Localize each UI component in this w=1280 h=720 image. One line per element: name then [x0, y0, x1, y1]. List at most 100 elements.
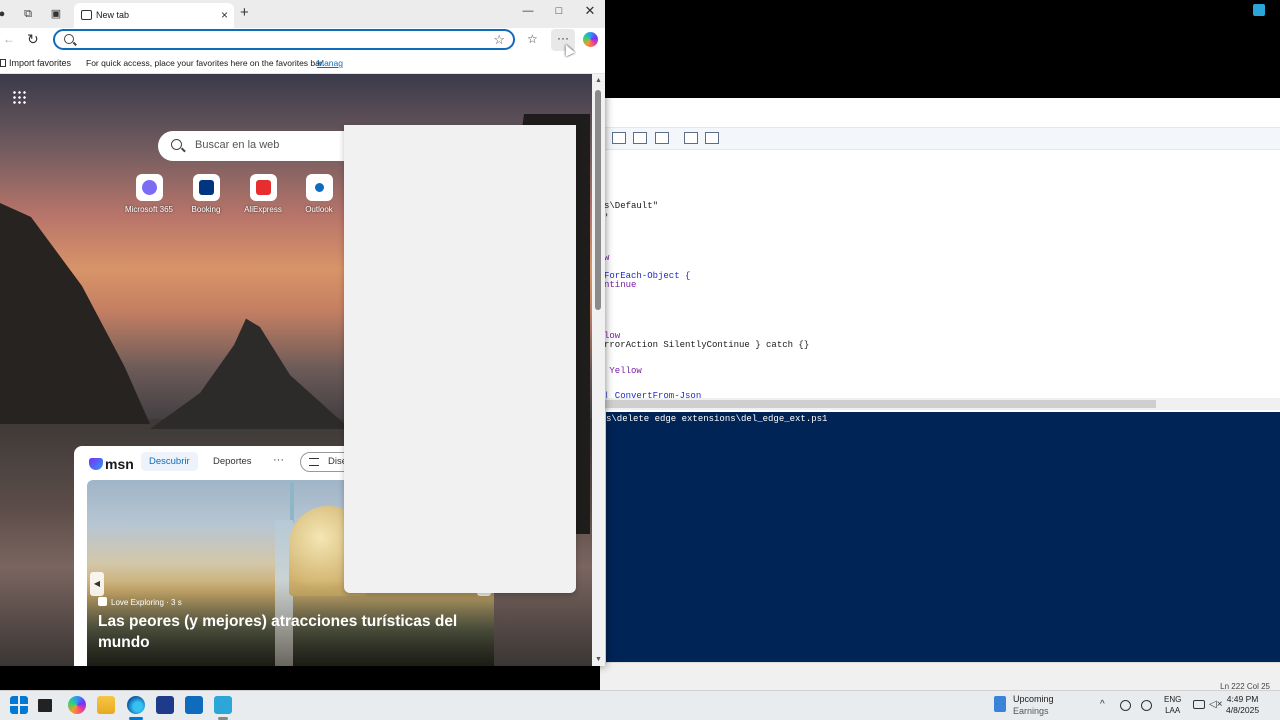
ise-menubar [600, 98, 1280, 128]
news-headline[interactable]: Las peores (y mejores) atracciones turís… [98, 611, 478, 653]
show-script-pane-top-icon[interactable] [612, 132, 626, 144]
show-command-window-icon[interactable] [705, 132, 719, 144]
background-mountain [150, 318, 350, 429]
favorites-bar-hint: For quick access, place your favorites h… [86, 58, 325, 68]
quick-link-label: Microsoft 365 [124, 205, 174, 214]
quick-link-aliexpress[interactable]: AliExpress [233, 174, 293, 214]
msn-logo-text: msn [105, 456, 134, 472]
new-remote-tab-icon[interactable] [684, 132, 698, 144]
widgets-button[interactable]: Upcoming Earnings [992, 692, 1072, 718]
outlook-taskbar-icon[interactable] [185, 696, 203, 714]
aliexpress-icon [249, 174, 277, 201]
scroll-up-icon[interactable]: ▲ [595, 77, 602, 84]
import-icon [0, 59, 6, 67]
profile-icon[interactable]: ● [0, 8, 8, 20]
msn-logo[interactable]: msn [89, 456, 134, 472]
scroll-thumb[interactable] [600, 400, 1156, 408]
publisher-icon [98, 597, 107, 606]
microsoft-365-icon [135, 174, 163, 201]
edge-taskbar-icon[interactable] [127, 696, 145, 714]
ise-script-pane[interactable]: s\Default" ' w ForEach-Object { ntinue l… [600, 164, 1280, 404]
tab-strip: ● ⧉ ▣ New tab × + — □ ✕ [0, 0, 605, 28]
tab-actions-icon[interactable]: ▣ [50, 8, 62, 20]
feed-tab-discover[interactable]: Descubrir [141, 452, 198, 471]
sync-icon[interactable] [1120, 700, 1131, 711]
quick-link-booking[interactable]: Booking [176, 174, 236, 214]
quick-link-microsoft-365[interactable]: Microsoft 365 [119, 174, 179, 214]
scroll-thumb[interactable] [595, 90, 601, 310]
show-hidden-icons-chevron-icon[interactable]: ^ [1100, 699, 1105, 710]
settings-menu-flyout[interactable] [344, 125, 576, 593]
news-image [290, 482, 294, 522]
feed-tab-sports[interactable]: Deportes [213, 456, 252, 467]
scroll-down-icon[interactable]: ▼ [595, 656, 602, 663]
import-favorites-button[interactable]: Import favorites [0, 58, 71, 68]
microsoft-store-icon[interactable] [156, 696, 174, 714]
code-line: ntinue [604, 280, 637, 290]
notification-icon[interactable] [1253, 4, 1265, 16]
widget-subtitle: Earnings [1013, 706, 1049, 716]
close-tab-icon[interactable]: × [221, 8, 228, 22]
app-launcher-icon[interactable] [12, 90, 26, 104]
manage-favorites-link[interactable]: Manag [317, 58, 343, 68]
tab-new-tab[interactable]: New tab × [74, 3, 234, 28]
close-window-button[interactable]: ✕ [582, 3, 598, 19]
ise-status-bar: Ln 222 Col 25 [600, 662, 1280, 691]
quick-link-label: Outlook [305, 205, 333, 214]
add-favorite-star-icon[interactable]: ☆ [493, 32, 505, 48]
favorites-bar: Import favorites For quick access, place… [0, 52, 605, 74]
refresh-button[interactable]: ↻ [27, 31, 39, 48]
network-icon[interactable] [1193, 700, 1205, 709]
keyboard-layout: LAA [1165, 706, 1181, 715]
code-line: rrorAction SilentlyContinue } catch {} [604, 340, 810, 350]
minimize-button[interactable]: — [520, 5, 536, 17]
security-icon[interactable] [1141, 700, 1152, 711]
powershell-ise-taskbar-icon[interactable] [214, 696, 232, 714]
clock[interactable]: 4:49 PM 4/8/2025 [1226, 694, 1259, 716]
show-script-pane-right-icon[interactable] [633, 132, 647, 144]
maximize-button[interactable]: □ [551, 5, 567, 17]
favorites-button[interactable]: ☆ [527, 32, 538, 46]
news-source-label: Love Exploring · 3 s [111, 598, 182, 607]
new-tab-page-icon [81, 10, 92, 20]
tab-title: New tab [96, 10, 130, 20]
booking-icon [192, 174, 220, 201]
ise-toolbar [600, 128, 1280, 150]
new-tab-button[interactable]: + [240, 4, 249, 21]
web-search-box[interactable] [158, 131, 358, 161]
quick-link-label: AliExpress [244, 205, 282, 214]
feed-more-button[interactable]: ··· [273, 454, 284, 466]
widget-title: Upcoming [1013, 694, 1054, 704]
ise-horizontal-scrollbar[interactable] [600, 398, 1280, 410]
copilot-taskbar-icon[interactable] [68, 696, 86, 714]
quick-link-label: Booking [191, 205, 221, 214]
volume-muted-icon[interactable]: ◁× [1209, 699, 1223, 710]
background-mountain [0, 194, 150, 424]
copilot-icon[interactable] [583, 32, 598, 47]
search-icon [171, 139, 182, 150]
file-explorer-icon[interactable] [97, 696, 115, 714]
import-favorites-label: Import favorites [9, 58, 72, 68]
page-scrollbar[interactable]: ▲ ▼ [592, 74, 605, 666]
show-script-pane-max-icon[interactable] [655, 132, 669, 144]
quick-link-outlook[interactable]: Outlook [289, 174, 349, 214]
news-source[interactable]: Love Exploring · 3 s [98, 597, 182, 607]
clock-date: 4/8/2025 [1226, 705, 1260, 715]
input-language-indicator[interactable]: ENG LAA [1164, 694, 1181, 716]
taskbar: Upcoming Earnings ^ ENG LAA ◁× 4:49 PM 4… [0, 690, 1280, 720]
start-button[interactable] [10, 696, 28, 714]
workspaces-icon[interactable]: ⧉ [22, 8, 34, 20]
msn-butterfly-icon [89, 458, 103, 470]
task-view-icon[interactable] [38, 699, 52, 712]
carousel-prev-button[interactable]: ◀ [90, 572, 104, 596]
web-search-input[interactable] [195, 139, 345, 151]
search-icon [64, 34, 74, 44]
settings-sliders-icon [309, 458, 319, 466]
ise-console-pane[interactable]: s\delete edge extensions\del_edge_ext.ps… [606, 412, 1280, 662]
code-line: Yellow [604, 366, 642, 376]
back-button[interactable]: ← [3, 32, 15, 46]
browser-toolbar: ← ↻ ☆ ☆ ··· [0, 28, 605, 52]
address-bar[interactable]: ☆ [53, 29, 515, 50]
console-line: s\delete edge extensions\del_edge_ext.ps… [606, 414, 828, 424]
address-input[interactable] [81, 33, 481, 47]
